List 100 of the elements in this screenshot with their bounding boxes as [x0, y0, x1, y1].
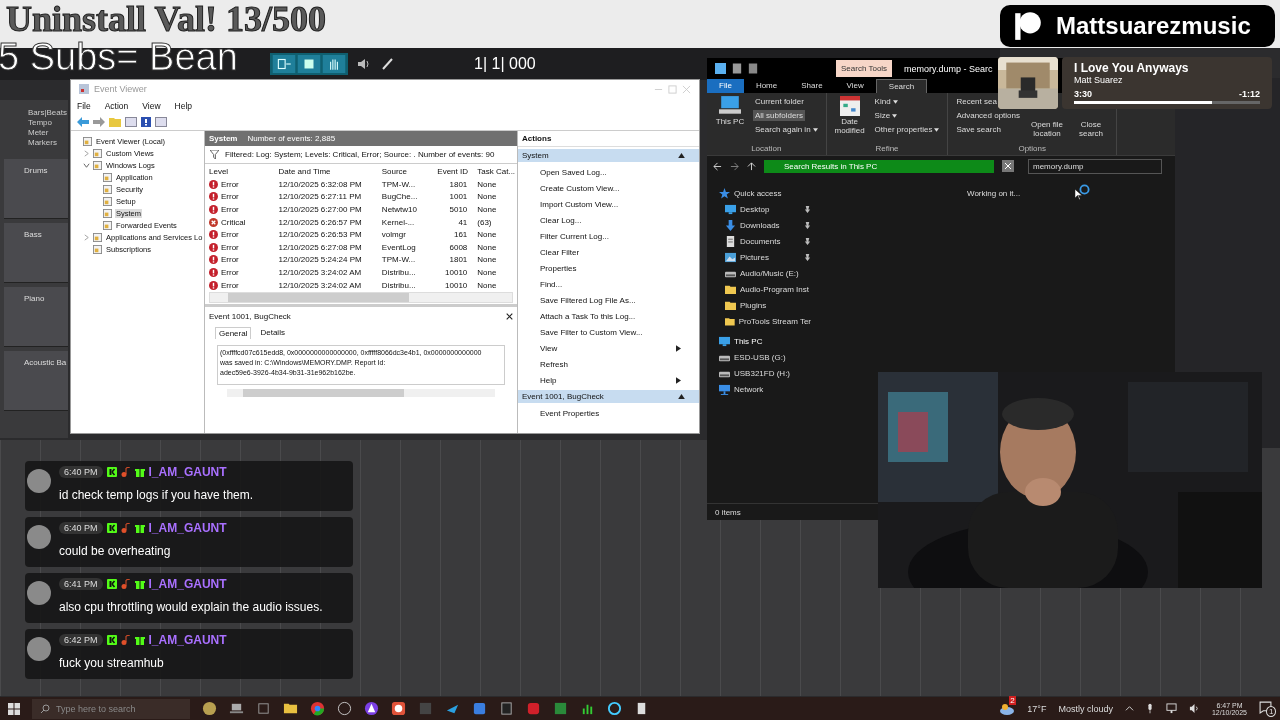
command-link[interactable]: Event Properties	[540, 408, 600, 418]
panel-icon[interactable]	[125, 117, 137, 127]
command-link[interactable]: Create Custom View...	[540, 183, 620, 193]
nav-item[interactable]: Network	[719, 382, 811, 397]
command-link[interactable]: Save Filtered Log File As...	[540, 295, 636, 305]
nav-item[interactable]: This PC	[719, 334, 811, 349]
nav-item[interactable]: Pictures	[719, 250, 811, 265]
chevron-up-icon[interactable]	[1124, 704, 1134, 713]
event-row[interactable]: Error 12/10/2025 6:26:53 PM volmgr 161 None	[205, 228, 517, 241]
command-link[interactable]: Clear Filter	[540, 247, 580, 257]
up-arrow-icon[interactable]	[747, 161, 756, 171]
event-row[interactable]: Error 12/10/2025 5:24:24 PM TPM-W... 1801 None	[205, 253, 517, 267]
nav-item[interactable]: ProTools Stream Ter	[719, 314, 811, 329]
event-row[interactable]: Error 12/10/2025 3:24:02 AM Distribu... 10010 None	[205, 278, 517, 292]
nav-item[interactable]: Plugins	[719, 298, 811, 313]
column-header[interactable]: Task Cat...	[473, 166, 517, 176]
ribbon-tab[interactable]: Search	[875, 79, 928, 93]
filter-dropdown[interactable]: Size	[872, 110, 900, 121]
this-pc-button[interactable]: This PC	[713, 96, 747, 144]
group-title[interactable]: System	[522, 151, 549, 160]
horizontal-scrollbar[interactable]	[209, 292, 513, 304]
weather-condition[interactable]: Mostly cloudy	[1058, 703, 1113, 714]
nav-item[interactable]: Audio/Music (E:)	[719, 266, 811, 281]
ribbon-tab[interactable]: View	[834, 79, 876, 93]
ribbon-tab[interactable]: File	[707, 79, 744, 93]
search-field[interactable]: memory.dump	[1028, 158, 1162, 174]
command-link[interactable]: Clear Log...	[540, 215, 582, 225]
forward-arrow-icon[interactable]	[730, 161, 739, 171]
task-view-icon[interactable]	[256, 701, 271, 716]
tab[interactable]: Details	[257, 327, 288, 340]
nav-item[interactable]: Desktop	[719, 202, 811, 217]
command-link[interactable]: Save Filter to Custom View...	[540, 327, 643, 337]
selector-tool-icon[interactable]	[297, 55, 321, 73]
menu-item[interactable]: File	[77, 101, 91, 111]
option-button[interactable]: Advanced options	[954, 110, 1022, 121]
address-bar[interactable]: Search Results in This PC	[764, 159, 994, 173]
collapse-icon[interactable]	[678, 153, 685, 158]
nav-item[interactable]: Audio-Program Inst	[719, 282, 811, 297]
nav-item[interactable]: Documents	[719, 234, 811, 249]
command-link[interactable]: Refresh	[540, 359, 568, 369]
nav-item[interactable]: Downloads	[719, 218, 811, 233]
event-row[interactable]: Error 12/10/2025 3:24:02 AM Distribu... 10010 None	[205, 266, 517, 279]
ribbon-tab[interactable]: Share	[789, 79, 835, 93]
panel-icon[interactable]	[155, 117, 167, 127]
command-link[interactable]: Find...	[540, 279, 563, 289]
windows-start-icon[interactable]	[8, 702, 20, 715]
event-row[interactable]: Error 12/10/2025 6:27:11 PM BugChe... 1001 None	[205, 190, 517, 204]
app-circle-icon[interactable]	[337, 701, 352, 716]
open-location-button[interactable]: Open file location	[1028, 120, 1066, 138]
browser-icon[interactable]	[310, 701, 325, 716]
folder-icon[interactable]	[283, 701, 298, 716]
command-link[interactable]: Attach a Task To this Log...	[540, 311, 636, 321]
pencil-icon[interactable]	[380, 56, 396, 72]
app-square-icon[interactable]	[472, 701, 487, 716]
option-button[interactable]: Recent sea	[954, 96, 999, 107]
filter-dropdown[interactable]: Kind	[872, 96, 900, 107]
taskbar-search-field[interactable]: Type here to search	[32, 698, 190, 719]
event-row[interactable]: Critical 12/10/2025 6:26:57 PM Kernel-... 41 (63)	[205, 215, 517, 229]
date-modified-button[interactable]: Date modified	[832, 96, 867, 144]
option-button[interactable]: Save search	[954, 124, 1003, 135]
close-search-button[interactable]: Close search	[1072, 120, 1110, 138]
horizontal-scrollbar[interactable]	[227, 389, 495, 398]
column-header[interactable]: Level	[205, 166, 275, 176]
command-link[interactable]: View	[540, 343, 558, 353]
back-icon[interactable]	[77, 117, 89, 127]
nav-item[interactable]: Quick access	[719, 186, 811, 201]
command-link[interactable]: Filter Current Log...	[540, 231, 609, 241]
chevron-icon[interactable]	[83, 161, 90, 169]
volume-icon[interactable]	[1188, 703, 1200, 714]
nav-item[interactable]: ESD-USB (G:)	[719, 350, 811, 365]
speaker-icon[interactable]	[356, 56, 372, 72]
help-icon[interactable]	[141, 117, 151, 127]
ring-icon[interactable]	[607, 701, 622, 716]
laptop-icon[interactable]	[229, 701, 244, 716]
column-header[interactable]: Source	[377, 166, 434, 176]
command-link[interactable]: Open Saved Log...	[540, 167, 607, 177]
close-icon[interactable]	[506, 312, 513, 320]
network-icon[interactable]	[1165, 703, 1177, 714]
event-row[interactable]: Error 12/10/2025 6:32:08 PM TPM-W... 1801 None	[205, 178, 517, 191]
temperature[interactable]: 17°F	[1027, 703, 1047, 714]
coin-icon[interactable]	[202, 701, 217, 716]
command-link[interactable]: Properties	[540, 263, 577, 273]
column-header[interactable]: Date and Time	[274, 166, 378, 176]
triangle-app-icon[interactable]	[364, 701, 379, 716]
scope-button[interactable]: All subfolders	[753, 110, 806, 121]
command-link[interactable]: Help	[540, 375, 557, 385]
menu-item[interactable]: View	[142, 101, 161, 111]
forward-icon[interactable]	[93, 117, 105, 127]
scope-button[interactable]: Current folder	[753, 96, 806, 107]
search-again-dropdown[interactable]: Search again in	[753, 124, 820, 135]
menu-item[interactable]: Help	[174, 101, 193, 111]
chat-app-icon[interactable]	[391, 701, 406, 716]
back-arrow-icon[interactable]	[713, 161, 722, 171]
menu-item[interactable]: Action	[104, 101, 129, 111]
ribbon-tab[interactable]: Home	[743, 79, 790, 93]
collapse-icon[interactable]	[678, 394, 685, 399]
filter-dropdown[interactable]: Other properties	[872, 124, 942, 135]
record-icon[interactable]	[526, 701, 541, 716]
event-row[interactable]: Error 12/10/2025 6:27:08 PM EventLog 6008 None	[205, 240, 517, 254]
clear-icon[interactable]	[1002, 160, 1014, 172]
